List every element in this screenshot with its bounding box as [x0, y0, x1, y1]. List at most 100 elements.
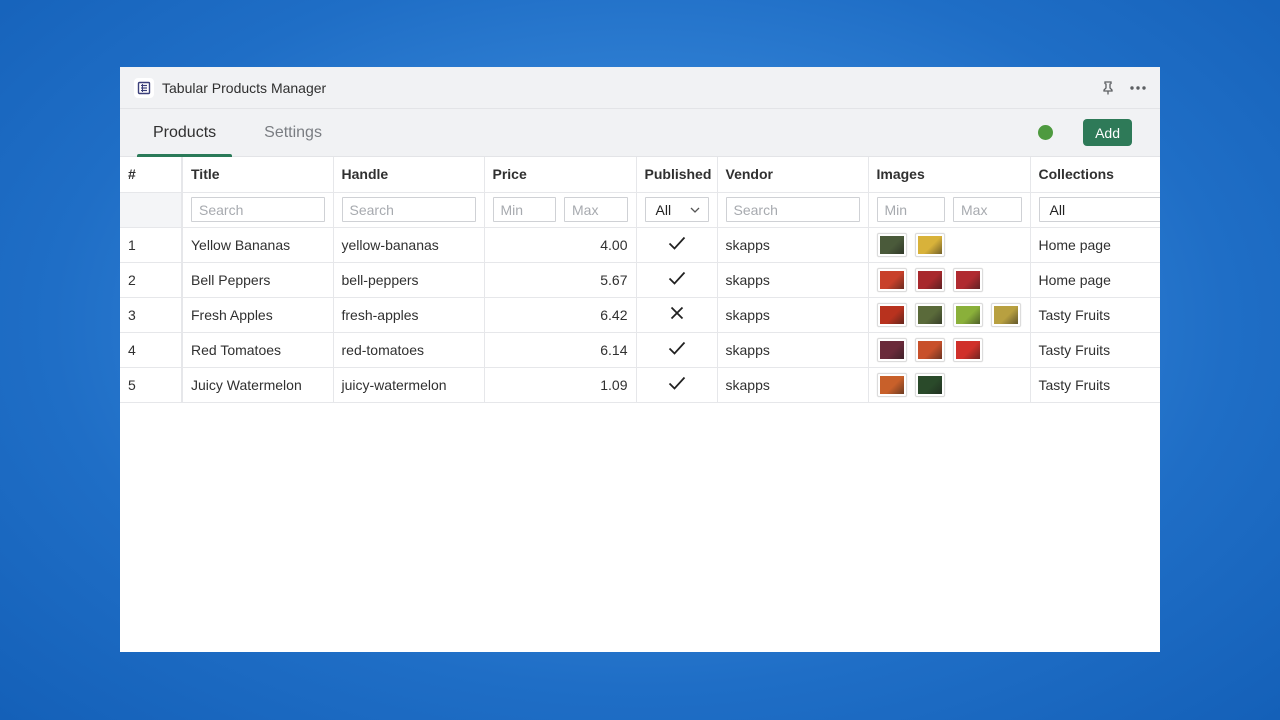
cell-published [636, 332, 718, 368]
product-image-thumbnail[interactable] [876, 232, 907, 257]
cell-handle: red-tomatoes [333, 332, 485, 368]
column-header-published[interactable]: Published [636, 157, 718, 193]
row-number: 4 [120, 332, 183, 368]
column-header-price[interactable]: Price [484, 157, 637, 193]
image-preview [917, 235, 942, 254]
column-header-handle[interactable]: Handle [333, 157, 485, 193]
images-min-input[interactable] [876, 197, 945, 222]
handle-search-input[interactable] [341, 197, 476, 222]
collections-filter-value: All [1049, 201, 1066, 218]
published-filter-value: All [655, 201, 672, 218]
table-body: 1 Yellow Bananas yellow-bananas 4.00 skapps H… [120, 227, 1160, 403]
column-header-images[interactable]: Images [868, 157, 1031, 193]
row-number: 2 [120, 262, 183, 298]
title-search-input[interactable] [191, 197, 325, 222]
cell-vendor: skapps [717, 262, 869, 298]
table-list-icon [134, 77, 154, 98]
checkmark-icon [668, 376, 686, 393]
cell-vendor: skapps [717, 297, 869, 333]
product-image-thumbnail[interactable] [876, 372, 907, 397]
column-header-number[interactable]: # [120, 157, 183, 193]
column-header-collections[interactable]: Collections [1030, 157, 1160, 193]
filter-cell-images [868, 192, 1031, 228]
cell-published [636, 367, 718, 403]
row-number: 5 [120, 367, 183, 403]
price-min-input[interactable] [492, 197, 556, 222]
filter-row: All All [120, 192, 1160, 228]
product-image-thumbnail[interactable] [914, 232, 945, 257]
cell-collection: Home page [1030, 227, 1160, 263]
images-max-input[interactable] [953, 197, 1022, 222]
product-image-thumbnail[interactable] [876, 337, 907, 362]
image-preview [917, 375, 942, 394]
cell-vendor: skapps [717, 227, 869, 263]
cell-images [868, 227, 1031, 263]
cell-handle: bell-peppers [333, 262, 485, 298]
filter-cell-collections: All [1030, 192, 1160, 228]
vendor-search-input[interactable] [725, 197, 860, 222]
image-preview [879, 340, 904, 359]
cell-title: Bell Peppers [182, 262, 334, 298]
product-image-thumbnail[interactable] [914, 337, 945, 362]
checkmark-icon [668, 271, 686, 288]
chevron-down-icon [690, 207, 699, 213]
image-preview [955, 270, 980, 289]
product-image-thumbnail[interactable] [876, 267, 907, 292]
tab-products[interactable]: Products [137, 109, 233, 157]
pin-icon[interactable] [1100, 80, 1116, 96]
products-table: # Title Handle Price Published Vendor Im… [120, 157, 1160, 403]
filter-cell-title [182, 192, 334, 228]
product-image-thumbnail[interactable] [914, 372, 945, 397]
filter-cell-published: All [636, 192, 718, 228]
header-row: # Title Handle Price Published Vendor Im… [120, 157, 1160, 193]
cell-title: Red Tomatoes [182, 332, 334, 368]
product-image-thumbnail[interactable] [990, 302, 1021, 327]
status-indicator [1038, 125, 1054, 140]
table-row[interactable]: 4 Red Tomatoes red-tomatoes 6.14 skapps Tasty… [120, 332, 1160, 368]
product-image-thumbnail[interactable] [914, 267, 945, 292]
column-header-vendor[interactable]: Vendor [717, 157, 869, 193]
row-number: 3 [120, 297, 183, 333]
tab-settings[interactable]: Settings [248, 109, 338, 156]
published-filter-select[interactable]: All [644, 197, 709, 222]
cell-title: Fresh Apples [182, 297, 334, 333]
cell-price: 6.42 [484, 297, 637, 333]
image-preview [917, 305, 942, 324]
image-preview [879, 305, 904, 324]
checkmark-icon [668, 236, 686, 253]
table-row[interactable]: 3 Fresh Apples fresh-apples 6.42 skapps Tasty… [120, 297, 1160, 333]
cell-collection: Tasty Fruits [1030, 367, 1160, 403]
filter-cell-vendor [717, 192, 869, 228]
cell-vendor: skapps [717, 332, 869, 368]
filter-cell-price [484, 192, 637, 228]
cell-handle: yellow-bananas [333, 227, 485, 263]
image-preview [955, 305, 980, 324]
product-image-thumbnail[interactable] [952, 337, 983, 362]
cell-title: Juicy Watermelon [182, 367, 334, 403]
cross-icon [670, 306, 684, 323]
collections-filter-select[interactable]: All [1038, 197, 1160, 222]
table-row[interactable]: 1 Yellow Bananas yellow-bananas 4.00 skapps H… [120, 227, 1160, 263]
image-preview [917, 340, 942, 359]
cell-published [636, 297, 718, 333]
cell-price: 4.00 [484, 227, 637, 263]
product-image-thumbnail[interactable] [952, 267, 983, 292]
product-image-thumbnail[interactable] [952, 302, 983, 327]
cell-vendor: skapps [717, 367, 869, 403]
image-preview [955, 340, 980, 359]
cell-price: 6.14 [484, 332, 637, 368]
cell-images [868, 332, 1031, 368]
cell-images [868, 297, 1031, 333]
cell-published [636, 262, 718, 298]
app-window: Tabular Products Manager Products Settin… [120, 67, 1160, 652]
cell-collection: Home page [1030, 262, 1160, 298]
product-image-thumbnail[interactable] [876, 302, 907, 327]
column-header-title[interactable]: Title [182, 157, 334, 193]
product-image-thumbnail[interactable] [914, 302, 945, 327]
price-max-input[interactable] [564, 197, 628, 222]
table-row[interactable]: 5 Juicy Watermelon juicy-watermelon 1.09 ska… [120, 367, 1160, 403]
table-row[interactable]: 2 Bell Peppers bell-peppers 5.67 skapps Home … [120, 262, 1160, 298]
add-button[interactable]: Add [1083, 119, 1132, 146]
more-horizontal-icon[interactable] [1130, 80, 1146, 96]
cell-handle: juicy-watermelon [333, 367, 485, 403]
